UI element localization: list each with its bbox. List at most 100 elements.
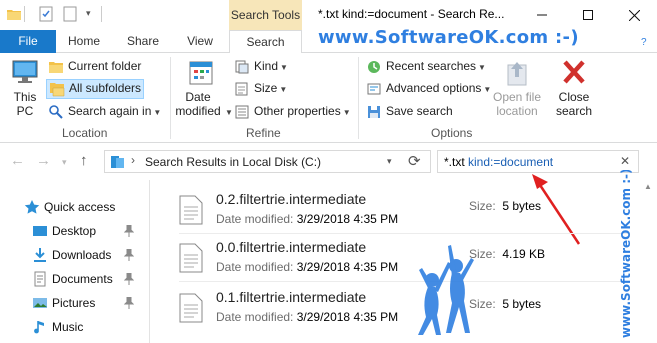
location-group-label: Location [62, 126, 108, 140]
quick-access-dropdown-icon[interactable]: ▾ [86, 8, 91, 19]
nav-label: Pictures [52, 296, 96, 310]
recent-searches-button[interactable]: Recent searches ▼ [366, 59, 486, 75]
advanced-options-button[interactable]: Advanced options ▼ [366, 81, 491, 97]
options-group-label: Options [431, 126, 473, 140]
minimize-icon [537, 14, 547, 16]
nav-label: Documents [52, 272, 113, 286]
this-pc-label: This PC [13, 90, 37, 118]
open-file-location-button[interactable]: Open file location [490, 59, 544, 118]
search-icon [49, 105, 63, 119]
address-bar[interactable]: › Search Results in Local Disk (C:) ▾ ⟳ [104, 150, 431, 173]
properties-icon [235, 105, 249, 119]
music-icon [34, 321, 44, 334]
size-value: 5 bytes [502, 297, 542, 311]
file-icon [179, 195, 203, 225]
list-item[interactable]: 0.2.filtertrie.intermediate Date modifie… [179, 191, 639, 235]
refresh-icon[interactable]: ⟳ [408, 152, 421, 170]
recent-locations-icon[interactable]: ▾ [62, 157, 67, 168]
back-arrow-icon[interactable]: ← [10, 152, 25, 169]
search-input[interactable]: *.txt kind:=document ✕ [437, 150, 639, 173]
nav-label: Music [52, 320, 84, 334]
kind-icon [235, 60, 249, 74]
pin-icon[interactable] [124, 225, 134, 237]
nav-item-pictures[interactable]: Pictures [32, 293, 95, 313]
pin-icon[interactable] [124, 297, 134, 309]
computer-icon [12, 60, 38, 83]
kind-button[interactable]: Kind ▼ [234, 59, 288, 75]
tab-search[interactable]: Search [229, 30, 302, 54]
forward-arrow-icon[interactable]: → [36, 152, 51, 169]
tab-home[interactable]: Home [56, 30, 112, 53]
breadcrumb-separator-icon[interactable]: › [131, 153, 135, 167]
all-subfolders-button[interactable]: All subfolders [46, 79, 145, 99]
close-search-button[interactable]: Close search [552, 59, 596, 118]
nav-label: Downloads [52, 248, 112, 262]
properties-icon[interactable] [38, 6, 54, 22]
nav-item-downloads[interactable]: Downloads [32, 245, 111, 265]
search-again-in-button[interactable]: Search again in ▼ [48, 104, 161, 120]
date-value: 3/29/2018 4:35 PM [296, 212, 399, 226]
side-watermark-text: www.SoftwareOK.com :-) [619, 170, 633, 338]
up-arrow-icon[interactable]: ↑ [80, 152, 88, 169]
size-label: Size: [469, 199, 496, 213]
pin-icon[interactable] [124, 249, 134, 261]
dropdown-caret-icon: ▼ [342, 108, 351, 118]
save-search-button[interactable]: Save search [366, 104, 453, 120]
open-file-location-label: Open file location [492, 90, 542, 118]
address-path: Search Results in Local Disk (C:) [145, 155, 322, 169]
minimize-button[interactable] [519, 0, 565, 30]
size-value: 5 bytes [502, 199, 542, 213]
scroll-up-icon[interactable]: ▲ [644, 182, 652, 191]
advanced-options-label: Advanced options [386, 81, 482, 96]
size-button[interactable]: Size ▼ [234, 81, 287, 97]
date-label: Date modified: [216, 212, 294, 226]
dropdown-caret-icon: ▼ [225, 108, 233, 117]
dropdown-caret-icon: ▼ [153, 108, 162, 118]
folder-icon[interactable] [6, 6, 22, 22]
nav-item-music[interactable]: Music [32, 317, 83, 337]
maximize-icon [583, 10, 593, 20]
search-results-icon [111, 156, 124, 168]
maximize-button[interactable] [565, 0, 611, 30]
dancing-figures-illustration [418, 245, 474, 335]
other-properties-label: Other properties [254, 104, 341, 119]
this-pc-button[interactable]: This PC [6, 59, 44, 118]
date-modified-label: Date modified [175, 90, 221, 118]
refine-group-label: Refine [246, 126, 281, 140]
watermark-text: www.SoftwareOK.com :-) [318, 27, 579, 48]
date-value: 3/29/2018 4:35 PM [296, 310, 399, 324]
nav-label: Quick access [44, 200, 116, 214]
pin-icon[interactable] [124, 273, 134, 285]
tab-view[interactable]: View [174, 30, 226, 53]
star-icon [24, 200, 40, 214]
close-button[interactable] [611, 0, 657, 30]
folder-icon [49, 62, 63, 73]
file-name: 0.1.filtertrie.intermediate [216, 289, 367, 305]
ribbon: This PC Current folder All subfolders Se… [0, 53, 657, 143]
download-icon [34, 248, 46, 262]
nav-item-quick-access[interactable]: Quick access [24, 197, 115, 217]
new-folder-icon[interactable] [62, 6, 78, 22]
nav-item-documents[interactable]: Documents [32, 269, 113, 289]
dropdown-caret-icon: ▼ [280, 63, 288, 73]
desktop-icon [33, 226, 47, 236]
file-icon [179, 243, 203, 273]
clear-search-icon[interactable]: ✕ [620, 154, 630, 168]
search-tools-header: Search Tools [229, 0, 302, 30]
date-modified-button[interactable]: Date modified ▼ [173, 59, 233, 120]
help-icon[interactable]: ? [641, 37, 647, 48]
date-value: 3/29/2018 4:35 PM [296, 260, 399, 274]
nav-item-desktop[interactable]: Desktop [32, 221, 96, 241]
date-label: Date modified: [216, 310, 294, 324]
close-icon [628, 9, 640, 21]
address-dropdown-icon[interactable]: ▾ [387, 156, 392, 167]
tab-share[interactable]: Share [112, 30, 174, 53]
size-label: Size [254, 81, 278, 96]
tab-file[interactable]: File [0, 30, 56, 53]
size-icon [235, 82, 248, 96]
scrollbar[interactable]: ▲ [639, 180, 657, 343]
calendar-icon [189, 61, 213, 85]
current-folder-button[interactable]: Current folder [48, 59, 141, 75]
date-label: Date modified: [216, 260, 294, 274]
other-properties-button[interactable]: Other properties ▼ [234, 104, 351, 120]
